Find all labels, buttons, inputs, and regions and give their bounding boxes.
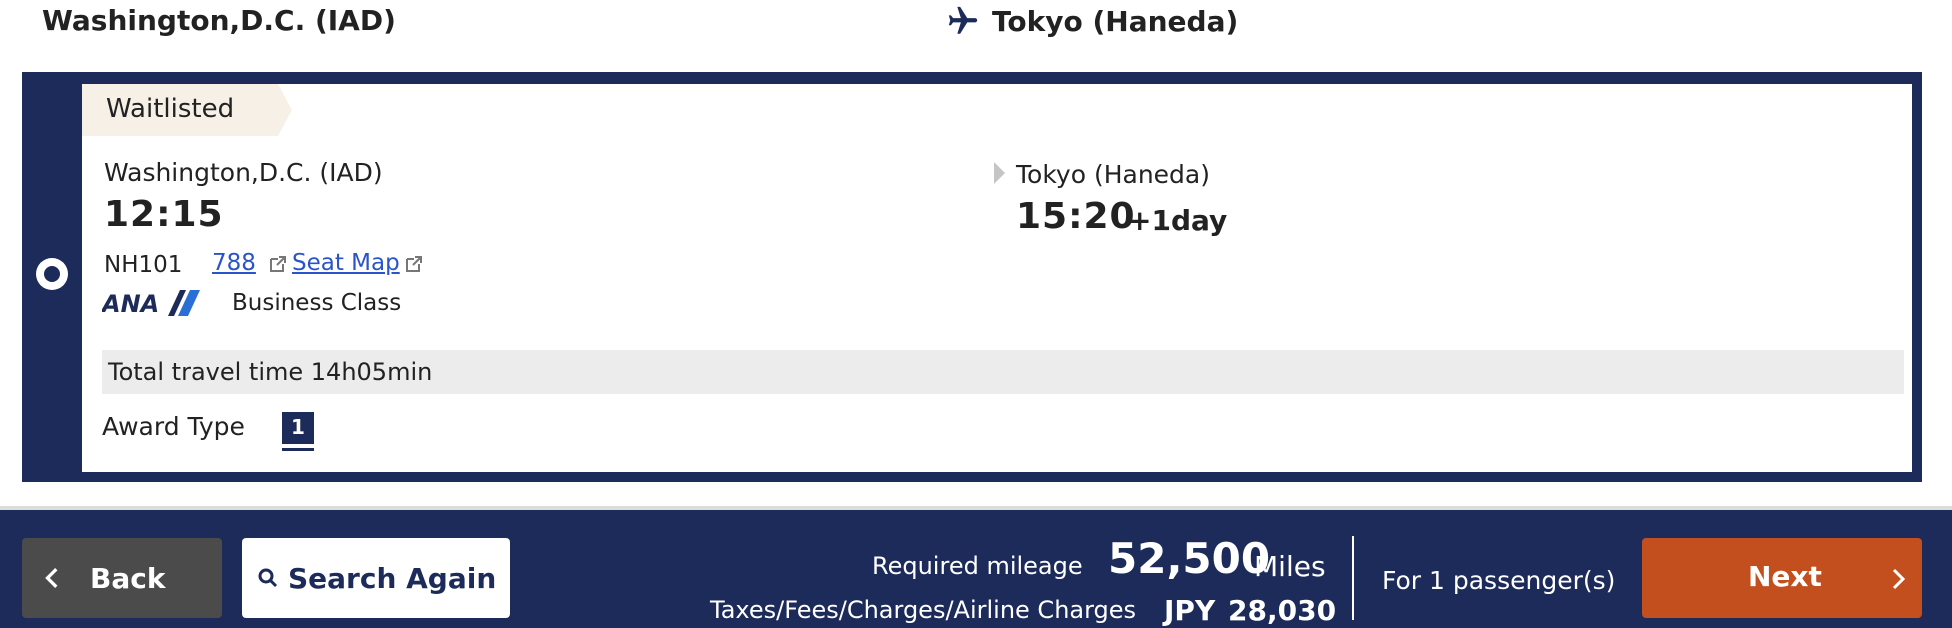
- cabin-class: Business Class: [232, 290, 402, 316]
- route-header: Washington,D.C. (IAD) Tokyo (Haneda): [0, 0, 1952, 72]
- chevron-right-icon: [1892, 568, 1906, 590]
- arrival-city: Tokyo (Haneda): [1016, 160, 1210, 189]
- route-origin: Washington,D.C. (IAD): [42, 4, 396, 37]
- search-again-label: Search Again: [288, 561, 497, 595]
- seat-map-link[interactable]: Seat Map: [292, 250, 400, 276]
- required-mileage-label: Required mileage: [872, 552, 1083, 580]
- flight-details: Waitlisted Washington,D.C. (IAD) 12:15 T…: [82, 84, 1912, 472]
- chevron-left-icon: [45, 568, 58, 588]
- arrival-day-offset: +1day: [1128, 204, 1228, 237]
- airline-logo-text: ANA: [102, 290, 159, 316]
- taxes-currency: JPY: [1164, 594, 1216, 627]
- booking-footer: Back Search Again Required mileage 52,50…: [0, 506, 1952, 628]
- departure-city: Washington,D.C. (IAD): [104, 158, 383, 187]
- search-icon: [258, 568, 278, 588]
- ana-logo: ANA: [102, 290, 200, 316]
- passenger-count: For 1 passenger(s): [1382, 566, 1616, 595]
- flight-select-radio[interactable]: [36, 258, 68, 290]
- external-link-icon: [406, 256, 422, 272]
- aircraft-type-link[interactable]: 788: [212, 250, 256, 276]
- mileage-unit: Miles: [1254, 550, 1326, 583]
- next-label: Next: [1748, 560, 1822, 593]
- back-label: Back: [90, 561, 166, 595]
- external-link-icon: [270, 256, 286, 272]
- flight-number: NH101: [104, 252, 183, 278]
- route-destination-group: Tokyo (Haneda): [946, 4, 1238, 38]
- arrival-time: 15:20: [1016, 196, 1136, 237]
- waitlist-status-badge: Waitlisted: [82, 84, 292, 136]
- taxes-label: Taxes/Fees/Charges/Airline Charges: [710, 596, 1137, 624]
- taxes-value: 28,030: [1228, 594, 1337, 627]
- footer-divider: [1352, 536, 1354, 620]
- award-type-badge[interactable]: 1: [282, 412, 314, 448]
- award-type-label: Award Type: [102, 412, 245, 441]
- search-again-button[interactable]: Search Again: [242, 538, 510, 618]
- flight-option-card[interactable]: Waitlisted Washington,D.C. (IAD) 12:15 T…: [22, 72, 1922, 482]
- arrow-right-icon: [994, 162, 1005, 184]
- departure-time: 12:15: [104, 194, 224, 235]
- required-mileage-value: 52,500: [1108, 534, 1271, 583]
- back-button[interactable]: Back: [22, 538, 222, 618]
- plane-icon: [948, 6, 978, 34]
- route-destination: Tokyo (Haneda): [992, 4, 1239, 38]
- next-button[interactable]: Next: [1642, 538, 1922, 618]
- total-travel-time: Total travel time 14h05min: [102, 350, 1904, 394]
